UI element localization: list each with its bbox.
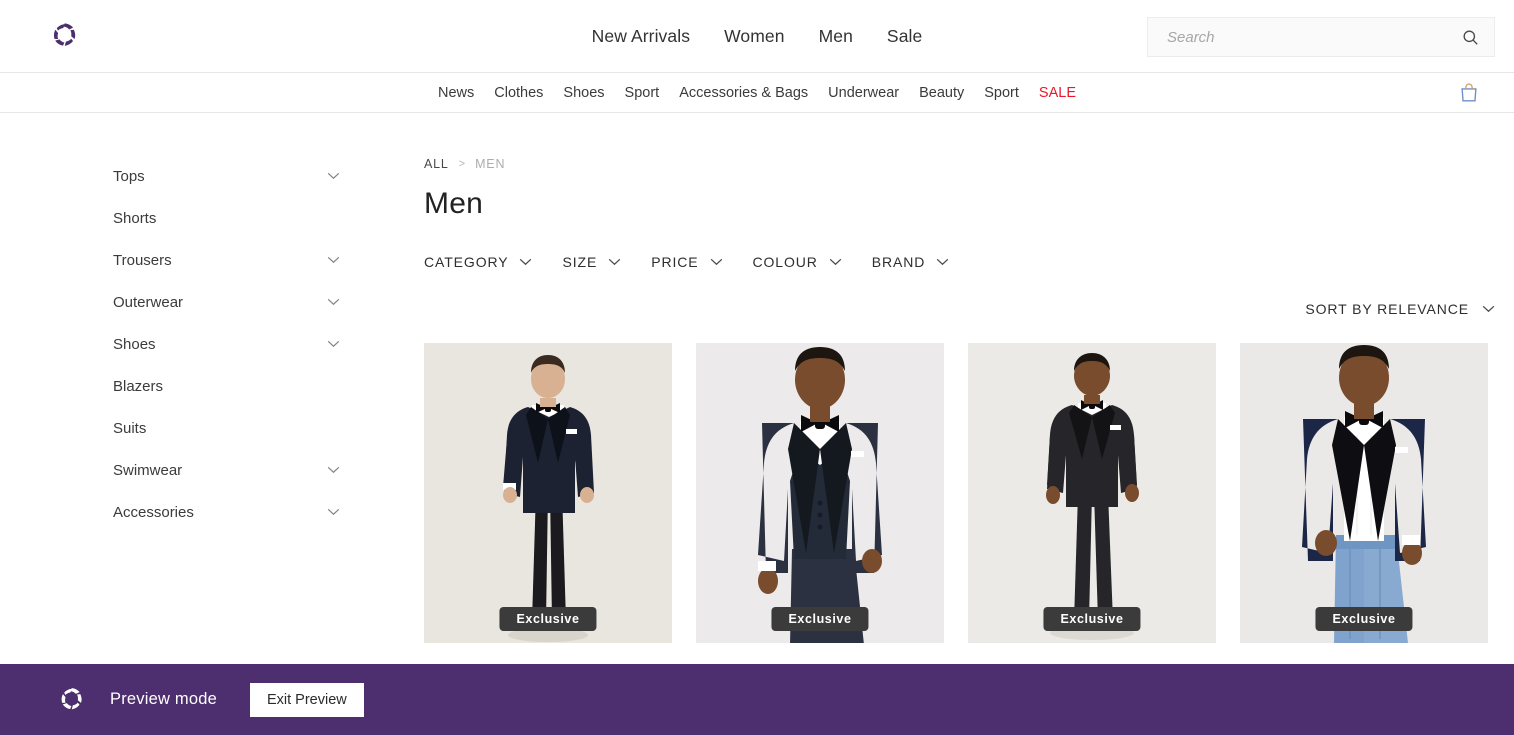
preview-mode-bar: Preview mode Exit Preview bbox=[0, 664, 1514, 735]
filter-size[interactable]: SIZE bbox=[562, 254, 621, 270]
sidebar-item-label: Swimwear bbox=[113, 461, 183, 479]
sidebar-item-swimwear[interactable]: Swimwear bbox=[113, 449, 424, 491]
product-card[interactable]: Exclusive bbox=[696, 343, 944, 643]
product-card[interactable]: Exclusive bbox=[424, 343, 672, 643]
chevron-down-icon bbox=[327, 298, 340, 306]
chevron-down-icon bbox=[327, 256, 340, 264]
product-card[interactable]: Exclusive bbox=[968, 343, 1216, 643]
logo-link[interactable] bbox=[0, 19, 130, 53]
filter-brand[interactable]: BRAND bbox=[872, 254, 950, 270]
subnav-item-sport-2[interactable]: Sport bbox=[984, 85, 1019, 101]
product-grid: Exclusive Exclusive Exclusive Exclusive bbox=[424, 343, 1495, 643]
subnav-item-accessories[interactable]: Accessories & Bags bbox=[679, 85, 808, 101]
breadcrumb-separator-icon: > bbox=[458, 158, 466, 170]
product-card[interactable]: Exclusive bbox=[1240, 343, 1488, 643]
filter-label: BRAND bbox=[871, 254, 926, 270]
page-title: Men bbox=[424, 187, 483, 220]
secondary-nav: News Clothes Shoes Sport Accessories & B… bbox=[0, 73, 1514, 113]
exit-preview-button[interactable]: Exit Preview bbox=[249, 682, 364, 717]
filter-label: SIZE bbox=[562, 254, 598, 270]
sidebar-item-outerwear[interactable]: Outerwear bbox=[113, 281, 424, 323]
nav-item-women[interactable]: Women bbox=[724, 26, 784, 47]
subnav-item-clothes[interactable]: Clothes bbox=[494, 85, 543, 101]
sidebar-item-label: Shoes bbox=[113, 335, 156, 353]
filter-label: CATEGORY bbox=[424, 254, 509, 270]
sidebar-item-shoes[interactable]: Shoes bbox=[113, 323, 424, 365]
chevron-down-icon bbox=[327, 172, 340, 180]
sidebar-item-label: Tops bbox=[113, 167, 145, 185]
chevron-down-icon bbox=[327, 466, 340, 474]
product-badge: Exclusive bbox=[771, 607, 869, 631]
product-image bbox=[424, 343, 672, 643]
filter-label: COLOUR bbox=[752, 254, 818, 270]
main-content: ALL > MEN Men CATEGORY SIZE PRICE COLOUR bbox=[424, 113, 1514, 643]
chevron-down-icon bbox=[327, 340, 340, 348]
pinwheel-logo-icon bbox=[61, 687, 82, 709]
search-input[interactable] bbox=[1167, 28, 1461, 46]
breadcrumb: ALL > MEN bbox=[424, 155, 1495, 173]
filter-bar: CATEGORY SIZE PRICE COLOUR BRAND bbox=[424, 254, 1495, 270]
search-icon[interactable] bbox=[1461, 28, 1480, 47]
sidebar-item-tops[interactable]: Tops bbox=[113, 155, 424, 197]
breadcrumb-root[interactable]: ALL bbox=[424, 157, 449, 171]
nav-item-new-arrivals[interactable]: New Arrivals bbox=[592, 26, 690, 47]
subnav-item-sale[interactable]: SALE bbox=[1039, 85, 1076, 101]
product-image bbox=[1240, 343, 1488, 643]
category-sidebar: Tops Shorts Trousers Outerwear Shoes Bla… bbox=[0, 113, 424, 643]
product-image bbox=[968, 343, 1216, 643]
sidebar-item-label: Blazers bbox=[113, 377, 164, 395]
sidebar-item-label: Outerwear bbox=[113, 293, 184, 311]
page-body: Tops Shorts Trousers Outerwear Shoes Bla… bbox=[0, 113, 1514, 643]
chevron-down-icon bbox=[829, 258, 842, 266]
sidebar-item-blazers[interactable]: Blazers bbox=[113, 365, 424, 407]
sidebar-item-label: Shorts bbox=[113, 209, 157, 227]
pinwheel-logo-icon bbox=[53, 23, 76, 46]
sidebar-item-trousers[interactable]: Trousers bbox=[113, 239, 424, 281]
filter-colour[interactable]: COLOUR bbox=[753, 254, 842, 270]
sort-label: SORT BY RELEVANCE bbox=[1305, 301, 1469, 317]
sort-row: SORT BY RELEVANCE bbox=[424, 301, 1495, 317]
search-box[interactable] bbox=[1147, 17, 1495, 57]
shopping-bag-button[interactable] bbox=[1458, 82, 1480, 104]
filter-category[interactable]: CATEGORY bbox=[424, 254, 532, 270]
product-image bbox=[696, 343, 944, 643]
nav-item-men[interactable]: Men bbox=[819, 26, 853, 47]
chevron-down-icon bbox=[937, 258, 949, 266]
sidebar-item-shorts[interactable]: Shorts bbox=[113, 197, 424, 239]
sidebar-item-label: Suits bbox=[113, 419, 147, 437]
shopping-bag-icon bbox=[1461, 82, 1477, 101]
preview-mode-label: Preview mode bbox=[110, 690, 217, 708]
chevron-down-icon bbox=[710, 258, 722, 266]
chevron-down-icon bbox=[608, 258, 621, 266]
product-badge: Exclusive bbox=[1043, 607, 1141, 631]
site-header: New Arrivals Women Men Sale bbox=[0, 0, 1514, 73]
sidebar-item-accessories[interactable]: Accessories bbox=[113, 491, 424, 533]
filter-label: PRICE bbox=[651, 254, 699, 270]
subnav-item-beauty[interactable]: Beauty bbox=[919, 85, 964, 101]
subnav-item-underwear[interactable]: Underwear bbox=[828, 85, 899, 101]
chevron-down-icon bbox=[520, 258, 532, 266]
chevron-down-icon bbox=[327, 508, 340, 516]
sidebar-item-suits[interactable]: Suits bbox=[113, 407, 424, 449]
subnav-item-news[interactable]: News bbox=[438, 85, 474, 101]
product-badge: Exclusive bbox=[1315, 607, 1413, 631]
secondary-nav-items: News Clothes Shoes Sport Accessories & B… bbox=[438, 85, 1076, 101]
sidebar-item-label: Trousers bbox=[113, 251, 172, 269]
breadcrumb-current: MEN bbox=[475, 157, 506, 171]
sidebar-item-label: Accessories bbox=[113, 503, 194, 521]
primary-nav: New Arrivals Women Men Sale bbox=[592, 26, 923, 47]
chevron-down-icon bbox=[1482, 305, 1495, 313]
subnav-item-sport[interactable]: Sport bbox=[625, 85, 660, 101]
product-badge: Exclusive bbox=[499, 607, 597, 631]
filter-price[interactable]: PRICE bbox=[651, 254, 722, 270]
nav-item-sale[interactable]: Sale bbox=[887, 26, 922, 47]
sort-dropdown[interactable]: SORT BY RELEVANCE bbox=[1305, 301, 1495, 317]
subnav-item-shoes[interactable]: Shoes bbox=[563, 85, 604, 101]
